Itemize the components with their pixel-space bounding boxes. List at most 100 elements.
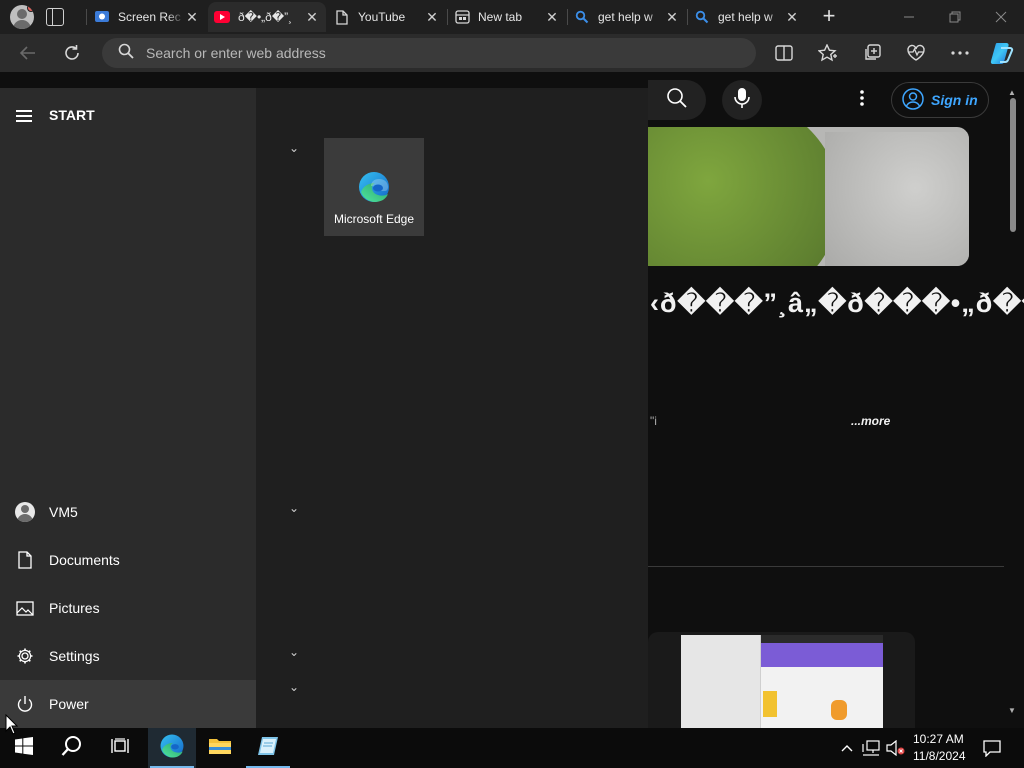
youtube-icon [214,9,230,25]
scrollbar-thumb[interactable] [1010,98,1016,232]
refresh-icon[interactable] [61,42,83,64]
youtube-settings-menu-icon[interactable] [856,90,868,106]
volume-muted-icon[interactable] [884,728,908,768]
chevron-down-icon[interactable]: ⌄ [287,501,301,515]
task-view-button[interactable] [96,728,144,768]
taskbar-edge-button[interactable] [148,728,196,768]
tab-title: get help w [598,10,653,24]
user-avatar-icon [14,501,36,523]
collections-icon[interactable] [861,42,883,64]
scroll-down-icon[interactable]: ▼ [1008,706,1016,715]
thumbnail-sprite [831,700,847,720]
browser-tab-strip: Screen Rec ✕ ð�•„ð�”¸ ✕ YouTube ✕ New ta… [0,0,1024,34]
address-bar[interactable] [102,38,756,68]
voice-search-button[interactable] [722,80,762,120]
tab-close-icon[interactable]: ✕ [304,9,320,26]
youtube-search-button[interactable] [648,80,706,120]
account-circle-icon [902,87,924,113]
minimize-icon[interactable] [886,0,932,34]
search-icon [694,9,710,25]
tab-separator [86,9,87,25]
clock-date: 11/8/2024 [913,749,966,763]
user-account-item[interactable]: VM5 [0,488,256,536]
clock[interactable]: 10:27 AM 11/8/2024 [913,731,966,765]
profile-head [17,9,27,19]
hamburger-menu-icon[interactable] [16,108,34,122]
screen-recorder-icon [94,9,110,25]
tab-close-icon[interactable]: ✕ [184,9,200,26]
tab-youtube-video[interactable]: ð�•„ð�”¸ ✕ [208,2,326,32]
tab-get-help-1[interactable]: get help w ✕ [568,2,686,32]
search-icon [118,43,134,64]
pictures-item[interactable]: Pictures [0,584,256,632]
tab-title: YouTube [358,10,406,24]
newtab-icon [454,9,470,25]
copilot-icon[interactable] [989,40,1015,66]
sign-in-button[interactable]: Sign in [891,82,989,118]
section-divider [648,566,1004,567]
profile-notification-dot [27,5,34,12]
search-icon [574,9,590,25]
tab-get-help-2[interactable]: get help w ✕ [688,2,806,32]
tab-youtube[interactable]: YouTube ✕ [328,2,446,32]
show-hidden-icons-chevron-up-icon[interactable] [837,728,857,768]
windows-logo-icon [15,736,33,760]
power-label: Power [49,696,89,712]
favorites-icon[interactable] [817,42,839,64]
pictures-label: Pictures [49,600,100,616]
tab-close-icon[interactable]: ✕ [664,9,680,26]
tab-screen-recorder[interactable]: Screen Rec ✕ [88,2,206,32]
network-icon[interactable] [860,728,882,768]
taskbar-file-explorer-button[interactable] [196,728,244,768]
mouse-cursor-icon [5,713,19,736]
document-icon [14,549,36,571]
power-item[interactable]: Power [0,680,256,728]
start-title: START [49,107,95,123]
show-more-link[interactable]: ...more [851,414,890,428]
scroll-up-icon[interactable]: ▲ [1008,88,1016,97]
documents-item[interactable]: Documents [0,536,256,584]
power-icon [14,693,36,715]
close-window-icon[interactable] [978,0,1024,34]
tab-new-tab[interactable]: New tab ✕ [448,2,566,32]
tab-close-icon[interactable]: ✕ [544,9,560,26]
search-button[interactable] [48,728,96,768]
video-player[interactable] [630,127,969,266]
start-menu: START VM5 Documents Pictures Settings Po… [0,88,648,728]
search-icon [666,87,688,114]
chevron-down-icon[interactable]: ⌄ [287,141,301,155]
taskbar: 10:27 AM 11/8/2024 [0,728,1024,768]
more-options-icon[interactable] [949,42,971,64]
tab-close-icon[interactable]: ✕ [784,9,800,26]
address-input[interactable] [146,45,706,61]
notifications-icon[interactable] [978,728,1006,768]
chevron-down-icon[interactable]: ⌄ [287,645,301,659]
thumbnail-bar [761,635,883,643]
page-icon [334,9,350,25]
profile-avatar[interactable] [10,5,34,29]
start-header[interactable]: START [16,107,95,123]
tab-title: New tab [478,10,523,24]
tab-close-icon[interactable]: ✕ [424,9,440,26]
split-screen-icon[interactable] [773,42,795,64]
microphone-icon [734,87,750,114]
settings-item[interactable]: Settings [0,632,256,680]
restore-icon[interactable] [932,0,978,34]
address-bar-row [0,34,1024,72]
microsoft-edge-tile[interactable]: Microsoft Edge [324,138,424,236]
taskbar-app-button[interactable] [244,728,292,768]
page-scrollbar[interactable]: ▲ ▼ [1006,88,1020,728]
gear-icon [14,645,36,667]
edge-logo-icon [159,733,185,764]
tab-title: ð�•„ð�”¸ [238,10,293,24]
back-arrow-icon[interactable] [17,42,39,64]
thumbnail-pane [681,635,761,728]
related-video-thumbnail[interactable] [648,632,915,728]
tab-actions-icon[interactable] [46,8,64,26]
video-title: ‹ð���”¸â„�ð���•„ð���•€ð���” [650,288,1024,318]
edge-logo-icon [357,170,391,204]
chevron-down-icon[interactable]: ⌄ [287,680,301,694]
task-view-icon [111,737,129,759]
browser-essentials-icon[interactable] [905,42,927,64]
new-tab-button[interactable]: + [818,5,840,28]
